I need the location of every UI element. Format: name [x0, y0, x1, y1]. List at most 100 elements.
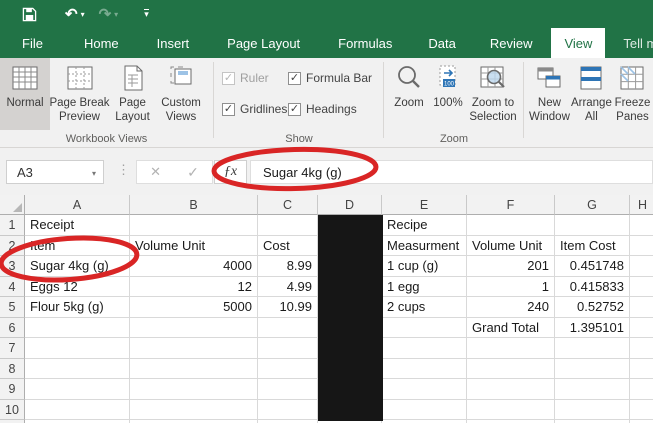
cell-E2[interactable]: Measurment — [383, 236, 466, 257]
column-header-A[interactable]: A — [25, 195, 130, 215]
row-header-9[interactable]: 9 — [0, 379, 25, 400]
cell-E3[interactable]: 1 cup (g) — [383, 256, 466, 277]
cell-F2[interactable]: Volume Unit — [468, 236, 554, 257]
column-header-E[interactable]: E — [382, 195, 467, 215]
row-header-5[interactable]: 5 — [0, 297, 25, 318]
cell-C3[interactable]: 8.99 — [259, 256, 317, 277]
cell-A4[interactable]: Eggs 12 — [26, 277, 129, 298]
group-label-zoom: Zoom — [385, 133, 523, 145]
tab-view[interactable]: View — [551, 28, 605, 58]
cell-B3[interactable]: 4000 — [131, 256, 257, 277]
row-header-6[interactable]: 6 — [0, 318, 25, 339]
column-header-D[interactable]: D — [318, 195, 382, 215]
row-header-10[interactable]: 10 — [0, 400, 25, 421]
name-box[interactable]: A3 ▾ — [6, 160, 104, 184]
column-header-G[interactable]: G — [555, 195, 630, 215]
cell-F3[interactable]: 201 — [468, 256, 554, 277]
zoom-button[interactable]: Zoom — [389, 58, 429, 130]
redaction-black-box — [318, 215, 383, 421]
cell-F5[interactable]: 240 — [468, 297, 554, 318]
column-header-F[interactable]: F — [467, 195, 555, 215]
row-header-7[interactable]: 7 — [0, 338, 25, 359]
page-layout-button[interactable]: PageLayout — [109, 58, 156, 130]
custom-views-button[interactable]: CustomViews — [156, 58, 206, 130]
gridline — [257, 215, 258, 423]
ribbon-tab-bar: File Home Insert Page Layout Formulas Da… — [0, 28, 653, 58]
gridlines-checkbox[interactable]: ✓ Gridlines — [222, 98, 288, 120]
group-label-show: Show — [215, 133, 383, 145]
select-all-corner[interactable] — [0, 195, 25, 215]
cell-C4[interactable]: 4.99 — [259, 277, 317, 298]
cell-A3[interactable]: Sugar 4kg (g) — [26, 256, 129, 277]
zoom-to-selection-button[interactable]: Zoom toSelection — [467, 58, 519, 130]
save-icon[interactable] — [22, 7, 37, 22]
page-break-preview-button[interactable]: Page BreakPreview — [50, 58, 109, 130]
cell-F4[interactable]: 1 — [468, 277, 554, 298]
redo-icon: ↷ — [99, 7, 112, 22]
undo-dropdown-icon[interactable]: ▾ — [81, 10, 85, 19]
cell-E1[interactable]: Recipe — [383, 215, 466, 236]
cell-A2[interactable]: Item — [26, 236, 129, 257]
column-header-H[interactable]: H — [630, 195, 653, 215]
customize-qat-icon[interactable]: ▾ — [144, 9, 149, 19]
name-box-value: A3 — [17, 165, 33, 180]
cell-F6[interactable]: Grand Total — [468, 318, 554, 339]
tab-insert[interactable]: Insert — [144, 28, 203, 58]
insert-function-button[interactable]: ƒx — [214, 160, 247, 184]
cell-B5[interactable]: 5000 — [131, 297, 257, 318]
formula-input[interactable]: Sugar 4kg (g) — [250, 160, 653, 184]
cell-B4[interactable]: 12 — [131, 277, 257, 298]
excel-window: ↶ ▾ ↷ ▾ ▾ File Home Insert Page Layout F… — [0, 0, 653, 423]
gridline — [629, 215, 630, 423]
normal-view-button[interactable]: Normal — [0, 58, 50, 130]
row-header-2[interactable]: 2 — [0, 236, 25, 257]
undo-icon[interactable]: ↶ — [65, 7, 78, 22]
headings-checkbox[interactable]: ✓ Headings — [288, 98, 392, 120]
cell-G4[interactable]: 0.415833 — [556, 277, 629, 298]
tab-home[interactable]: Home — [71, 28, 132, 58]
cell-G6[interactable]: 1.395101 — [556, 318, 629, 339]
tab-review[interactable]: Review — [477, 28, 546, 58]
checkbox-icon[interactable]: ✓ — [288, 72, 301, 85]
formula-bar-checkbox[interactable]: ✓ Formula Bar — [288, 67, 392, 89]
zoom-100-button[interactable]: 100 100% — [429, 58, 467, 130]
zoom-icon — [394, 63, 424, 93]
tab-formulas[interactable]: Formulas — [325, 28, 405, 58]
cell-E4[interactable]: 1 egg — [383, 277, 466, 298]
cell-A1[interactable]: Receipt — [26, 215, 129, 236]
tell-me-label: Tell me what you w — [623, 36, 653, 51]
column-header-C[interactable]: C — [258, 195, 318, 215]
formula-bar: A3 ▾ ⋮ ✕ ✓ ƒx Sugar 4kg (g) — [0, 148, 653, 195]
arrange-all-button[interactable]: ArrangeAll — [571, 58, 612, 130]
row-header-3[interactable]: 3 — [0, 256, 25, 277]
gridline — [554, 215, 555, 423]
page-layout-icon — [118, 63, 148, 93]
cell-E5[interactable]: 2 cups — [383, 297, 466, 318]
column-header-B[interactable]: B — [130, 195, 258, 215]
row-header-1[interactable]: 1 — [0, 215, 25, 236]
checkbox-icon[interactable]: ✓ — [222, 103, 235, 116]
ribbon-separator — [383, 62, 384, 138]
cell-G5[interactable]: 0.52752 — [556, 297, 629, 318]
tab-page-layout[interactable]: Page Layout — [214, 28, 313, 58]
cell-C2[interactable]: Cost — [259, 236, 317, 257]
ribbon-separator — [523, 62, 524, 138]
row-header-4[interactable]: 4 — [0, 277, 25, 298]
new-window-button[interactable]: NewWindow — [528, 58, 571, 130]
page-break-preview-icon — [65, 63, 95, 93]
group-label-workbook-views: Workbook Views — [0, 133, 213, 145]
normal-view-icon — [10, 63, 40, 93]
tab-data[interactable]: Data — [415, 28, 468, 58]
cell-C5[interactable]: 10.99 — [259, 297, 317, 318]
tell-me-box[interactable]: Tell me what you w — [605, 28, 653, 58]
zoom-100-icon: 100 — [433, 63, 463, 93]
checkbox-icon[interactable]: ✓ — [288, 103, 301, 116]
tab-file[interactable]: File — [6, 28, 59, 58]
cell-A5[interactable]: Flour 5kg (g) — [26, 297, 129, 318]
name-box-dropdown-icon[interactable]: ▾ — [92, 169, 96, 178]
cell-B2[interactable]: Volume Unit — [131, 236, 257, 257]
cell-G2[interactable]: Item Cost — [556, 236, 629, 257]
cell-G3[interactable]: 0.451748 — [556, 256, 629, 277]
row-header-8[interactable]: 8 — [0, 359, 25, 380]
freeze-panes-button[interactable]: FreezePanes — [612, 58, 653, 130]
